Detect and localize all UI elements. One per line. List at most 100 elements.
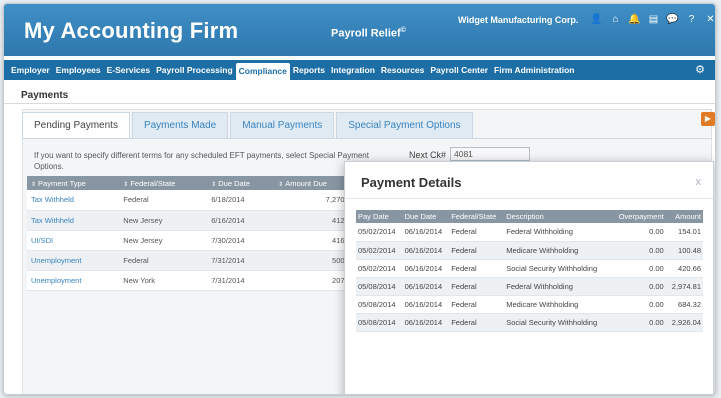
column-header-due-date[interactable]: ⇕ Due Date	[207, 176, 275, 190]
info-text: If you want to specify different terms f…	[34, 151, 369, 171]
due-date-cell: 7/31/2014	[207, 270, 275, 291]
tab-special-payment-options[interactable]: Special Payment Options	[336, 112, 473, 138]
overpayment-cell: 0.00	[610, 259, 666, 278]
due-date-cell: 06/16/2014	[402, 313, 450, 332]
close-icon[interactable]: ✕	[701, 13, 715, 27]
federal-state-cell: New York	[119, 270, 208, 291]
overpayment-cell: 0.00	[610, 277, 666, 296]
pay-date-cell: 05/02/2014	[356, 241, 403, 260]
due-date-cell: 7/31/2014	[207, 250, 275, 271]
product-name: Payroll Relief©	[331, 27, 406, 40]
payment-type-link[interactable]: Tax Withheld	[27, 210, 120, 231]
federal-state-cell: Federal	[449, 259, 505, 278]
user-icon[interactable]: 👤	[587, 13, 606, 27]
table-row: 05/08/2014 06/16/2014 Federal Medicare W…	[356, 295, 703, 314]
column-header-overpayment: Overpayment	[610, 210, 666, 223]
payment-type-link[interactable]: Unemployment	[27, 250, 120, 271]
next-check-input[interactable]	[450, 147, 530, 161]
tab-pending-payments[interactable]: Pending Payments	[22, 112, 130, 138]
description-cell: Medicare Withholding	[504, 295, 611, 314]
help-icon[interactable]: ?	[682, 13, 701, 27]
due-date-cell: 6/18/2014	[207, 190, 275, 211]
payment-type-link[interactable]: UI/SDI	[27, 230, 120, 251]
nav-integration[interactable]: Integration	[328, 60, 378, 80]
table-row: 05/02/2014 06/16/2014 Federal Social Sec…	[356, 259, 703, 278]
amount-cell: 684.32	[665, 295, 703, 314]
table-row: 05/08/2014 06/16/2014 Federal Federal Wi…	[356, 277, 703, 296]
overpayment-cell: 0.00	[610, 241, 666, 260]
payment-type-link[interactable]: Unemployment	[27, 270, 120, 291]
federal-state-cell: Federal	[449, 223, 505, 242]
federal-state-cell: New Jersey	[119, 210, 208, 231]
due-date-cell: 06/16/2014	[402, 241, 450, 260]
table-row: 05/02/2014 06/16/2014 Federal Medicare W…	[356, 241, 703, 260]
divider	[345, 198, 713, 199]
table-row: 05/02/2014 06/16/2014 Federal Federal Wi…	[356, 223, 703, 242]
table-row[interactable]: Unemployment New York 7/31/2014 207.64	[27, 270, 357, 291]
table-row[interactable]: UI/SDI New Jersey 7/30/2014 416.16	[27, 230, 357, 251]
main-nav: Employer Employees E-Services Payroll Pr…	[4, 60, 715, 80]
payment-type-link[interactable]: Tax Withheld	[27, 190, 120, 211]
chat-icon[interactable]: 💬	[663, 13, 682, 27]
pay-date-cell: 05/02/2014	[356, 259, 403, 278]
bell-icon[interactable]: 🔔	[625, 13, 644, 27]
due-date-cell: 6/16/2014	[207, 210, 275, 231]
pay-date-cell: 05/02/2014	[356, 223, 403, 242]
nav-employer[interactable]: Employer	[8, 60, 53, 80]
close-icon[interactable]: x	[696, 176, 702, 188]
table-row: 05/08/2014 06/16/2014 Federal Social Sec…	[356, 313, 703, 332]
payment-details-table: Pay Date Due Date Federal/State Descript…	[356, 210, 703, 332]
column-header-federal-state: Federal/State	[449, 210, 505, 223]
table-row[interactable]: Unemployment Federal 7/31/2014 500.93	[27, 250, 357, 271]
amount-cell: 154.01	[665, 223, 703, 242]
federal-state-cell: Federal	[449, 313, 505, 332]
table-row[interactable]: Tax Withheld New Jersey 6/16/2014 412.07	[27, 210, 357, 231]
company-name: Widget Manufacturing Corp.	[458, 15, 579, 25]
column-header-due-date: Due Date	[402, 210, 450, 223]
amount-cell: 420.66	[665, 259, 703, 278]
due-date-cell: 06/16/2014	[402, 295, 450, 314]
column-header-payment-type[interactable]: ⇕ Payment Type	[27, 176, 120, 190]
tab-manual-payments[interactable]: Manual Payments	[230, 112, 335, 138]
app-window: My Accounting Firm Payroll Relief© Widge…	[3, 3, 716, 395]
description-cell: Medicare Withholding	[504, 241, 611, 260]
nav-reports[interactable]: Reports	[290, 60, 328, 80]
column-header-federal-state[interactable]: ⇕ Federal/State	[119, 176, 208, 190]
nav-resources[interactable]: Resources	[378, 60, 427, 80]
federal-state-cell: Federal	[119, 190, 208, 211]
side-panel-toggle-icon[interactable]: ▶	[701, 112, 715, 126]
nav-compliance[interactable]: Compliance	[235, 63, 290, 80]
pending-payments-table: ⇕ Payment Type ⇕ Federal/State ⇕ Due Date ⇕…	[27, 176, 357, 291]
table-row[interactable]: Tax Withheld Federal 6/18/2014 7,270.22	[27, 190, 357, 211]
page-title: Payments	[21, 90, 69, 101]
table-header-row: ⇕ Payment Type ⇕ Federal/State ⇕ Due Date ⇕…	[27, 176, 357, 190]
product-mark: ©	[400, 27, 406, 34]
federal-state-cell: Federal	[119, 250, 208, 271]
amount-cell: 100.48	[665, 241, 703, 260]
document-icon[interactable]: ▤	[644, 13, 663, 27]
tabs-divider	[22, 138, 712, 139]
app-title: My Accounting Firm	[24, 18, 239, 43]
payment-tabs: Pending Payments Payments Made Manual Pa…	[22, 112, 475, 138]
sort-icon: ⇕	[278, 181, 284, 188]
description-cell: Federal Withholding	[504, 277, 611, 296]
amount-cell: 2,974.81	[665, 277, 703, 296]
due-date-cell: 06/16/2014	[402, 277, 450, 296]
nav-payroll-center[interactable]: Payroll Center	[427, 60, 491, 80]
pay-date-cell: 05/08/2014	[356, 277, 403, 296]
home-icon[interactable]: ⌂	[606, 13, 625, 27]
settings-icon[interactable]: ⚙	[695, 63, 705, 76]
federal-state-cell: Federal	[449, 295, 505, 314]
nav-employees[interactable]: Employees	[53, 60, 104, 80]
column-header-pay-date: Pay Date	[356, 210, 403, 223]
federal-state-cell: Federal	[449, 277, 505, 296]
header-label: Due Date	[218, 178, 250, 188]
nav-e-services[interactable]: E-Services	[104, 60, 153, 80]
description-cell: Social Security Withholding	[504, 259, 611, 278]
tab-payments-made[interactable]: Payments Made	[131, 112, 229, 138]
federal-state-cell: Federal	[449, 241, 505, 260]
nav-firm-administration[interactable]: Firm Administration	[491, 60, 577, 80]
sort-icon: ⇕	[123, 181, 129, 188]
nav-payroll-processing[interactable]: Payroll Processing	[153, 60, 236, 80]
due-date-cell: 06/16/2014	[402, 259, 450, 278]
